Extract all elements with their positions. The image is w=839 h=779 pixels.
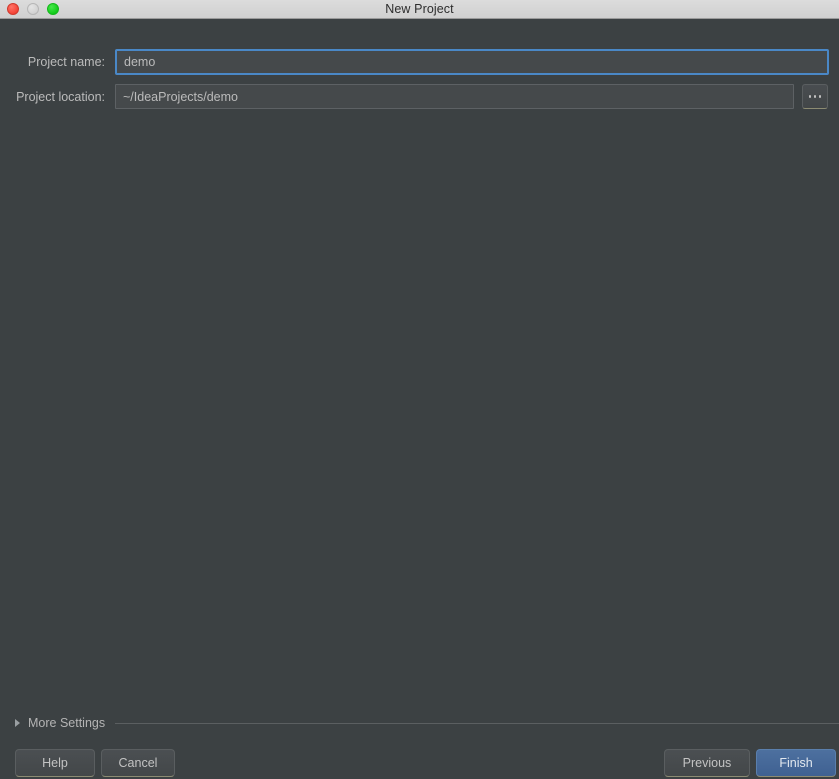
more-settings-expander[interactable]: More Settings <box>0 713 839 733</box>
ellipsis-icon <box>818 95 822 98</box>
project-location-row: Project location: ~/IdeaProjects/demo <box>0 84 839 109</box>
project-name-input[interactable]: demo <box>115 49 829 75</box>
project-name-row: Project name: demo <box>0 49 839 75</box>
help-button[interactable]: Help <box>15 749 95 777</box>
more-settings-label: More Settings <box>28 716 106 730</box>
project-location-input[interactable]: ~/IdeaProjects/demo <box>115 84 794 109</box>
browse-location-button[interactable] <box>802 84 828 109</box>
dialog-button-bar: Help Cancel Previous Finish <box>0 749 839 779</box>
ellipsis-icon <box>808 95 812 98</box>
window-controls <box>7 0 59 18</box>
new-project-dialog: New Project Project name: demo Project l… <box>0 0 839 777</box>
dialog-content: Project name: demo Project location: ~/I… <box>0 19 839 777</box>
close-window-icon[interactable] <box>7 3 19 15</box>
project-location-label: Project location: <box>16 89 105 104</box>
triangle-right-icon <box>15 719 20 727</box>
minimize-window-icon[interactable] <box>27 3 39 15</box>
finish-button[interactable]: Finish <box>756 749 836 777</box>
more-settings-divider <box>115 722 839 724</box>
previous-button[interactable]: Previous <box>664 749 750 777</box>
maximize-window-icon[interactable] <box>47 3 59 15</box>
cancel-button[interactable]: Cancel <box>101 749 175 777</box>
project-name-label: Project name: <box>27 55 105 69</box>
ellipsis-icon <box>813 95 817 98</box>
window-title: New Project <box>385 2 454 16</box>
window-titlebar: New Project <box>0 0 839 19</box>
